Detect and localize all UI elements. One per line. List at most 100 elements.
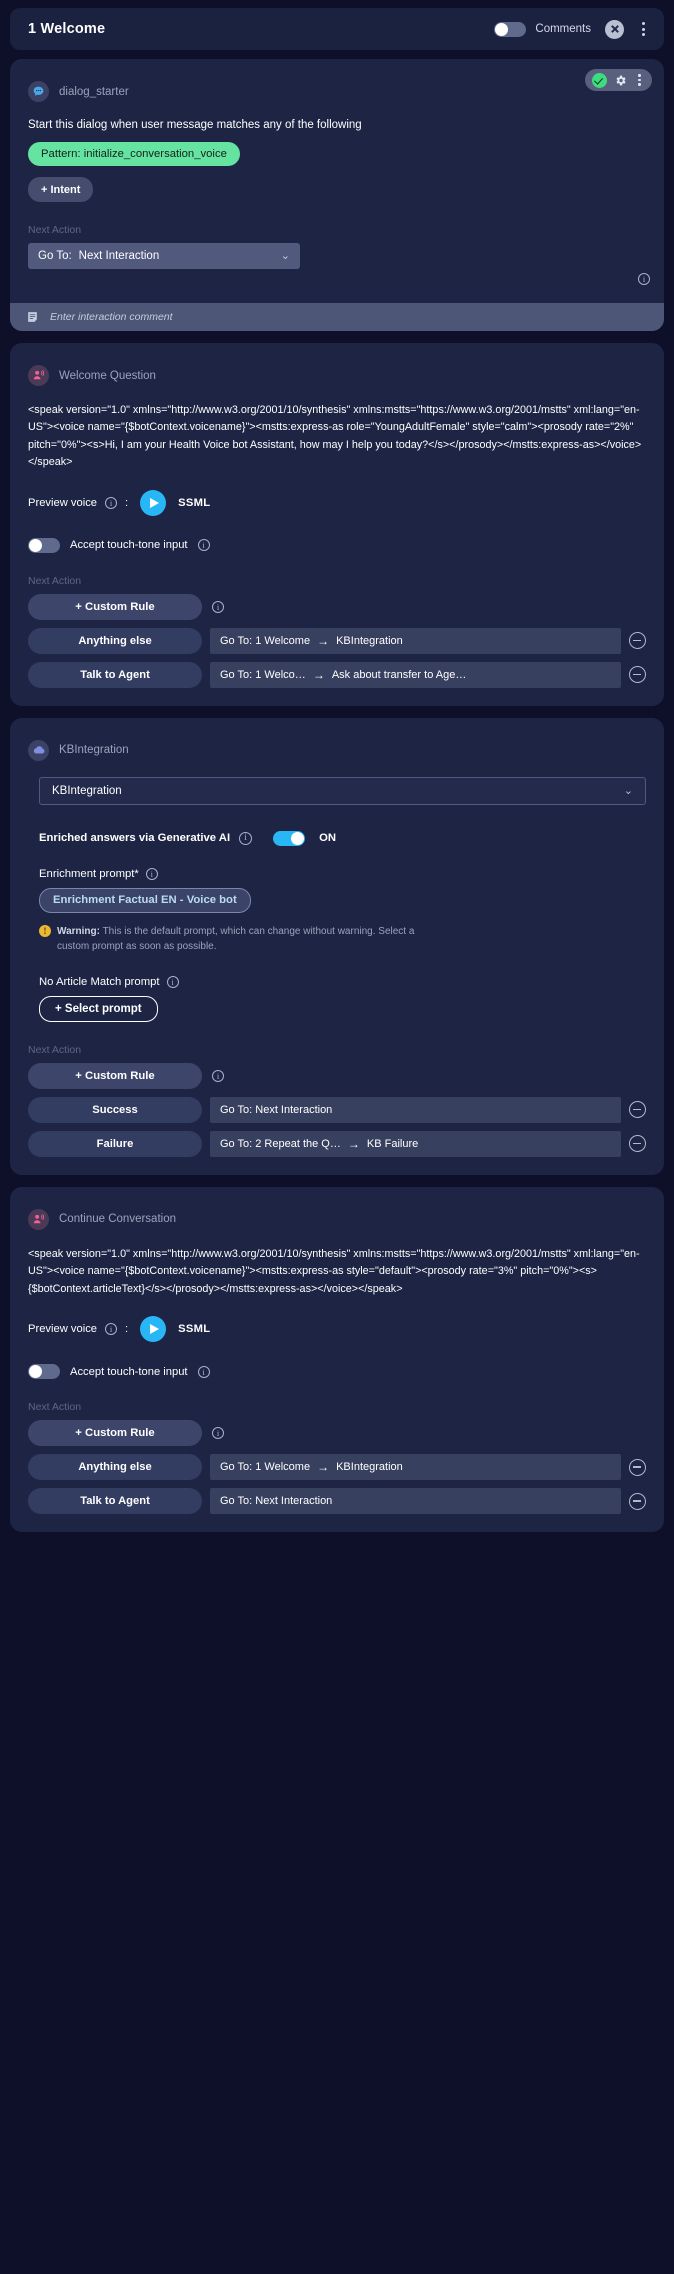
add-custom-rule-row: + Custom Rule i xyxy=(28,1420,646,1447)
rule-target[interactable]: Go To: Next Interaction xyxy=(210,1488,621,1515)
rule-name[interactable]: Failure xyxy=(28,1130,202,1157)
card-kebab-menu-icon[interactable] xyxy=(634,73,645,88)
preview-info-icon[interactable]: i xyxy=(105,1323,118,1336)
valid-check-icon[interactable] xyxy=(592,72,607,88)
rule-goto-prefix: Go To: 2 Repeat the Q… xyxy=(220,1137,341,1150)
pattern-pill[interactable]: Pattern: initialize_conversation_voice xyxy=(28,142,240,166)
arrow-right-icon: → xyxy=(317,1460,330,1475)
kb-integration-body: KBIntegration ⌄ Enriched answers via Gen… xyxy=(10,776,664,1175)
ssml-text[interactable]: <speak version="1.0" xmlns="http://www.w… xyxy=(28,402,646,472)
touch-tone-toggle[interactable] xyxy=(28,1364,60,1380)
remove-rule-icon[interactable] xyxy=(629,632,646,650)
no-article-match-label: No Article Match prompt xyxy=(39,975,160,988)
touch-tone-info-icon[interactable]: i xyxy=(197,539,210,552)
arrow-right-icon: → xyxy=(317,633,330,648)
rule-name[interactable]: Anything else xyxy=(28,627,202,654)
node-header-dialog-starter: dialog_starter xyxy=(10,59,664,102)
rule-name[interactable]: Talk to Agent xyxy=(28,1488,202,1515)
preview-voice-row: Preview voice i : SSML xyxy=(28,1316,646,1343)
dialog-editor-page: 1 Welcome Comments dialog_starter Start … xyxy=(0,0,674,1554)
rule-goto-target: Ask about transfer to Age… xyxy=(331,668,467,681)
remove-rule-icon[interactable] xyxy=(629,666,646,684)
generative-ai-row: Enriched answers via Generative AI i ON xyxy=(28,830,646,846)
touch-tone-label: Accept touch-tone input xyxy=(70,1365,188,1378)
gear-icon[interactable] xyxy=(614,74,627,87)
generative-ai-toggle[interactable] xyxy=(273,830,306,846)
custom-rule-info-icon[interactable]: i xyxy=(212,1069,224,1082)
page-header: 1 Welcome Comments xyxy=(10,8,664,50)
preview-info-icon[interactable]: i xyxy=(105,496,118,509)
close-circle-icon[interactable] xyxy=(605,19,624,39)
kb-integration-select[interactable]: KBIntegration ⌄ xyxy=(39,776,646,805)
card-dialog-starter: dialog_starter Start this dialog when us… xyxy=(10,59,664,331)
remove-rule-icon[interactable] xyxy=(629,1458,646,1476)
node-title: dialog_starter xyxy=(59,85,129,98)
rule-target[interactable]: Go To: 1 Welco… → Ask about transfer to … xyxy=(210,661,621,688)
add-intent-button[interactable]: + Intent xyxy=(28,177,94,202)
rule-target[interactable]: Go To: 1 Welcome → KBIntegration xyxy=(210,1454,621,1481)
rule-goto-target: KB Failure xyxy=(366,1137,419,1150)
no-article-info-icon[interactable]: i xyxy=(166,975,179,988)
rule-name[interactable]: Anything else xyxy=(28,1454,202,1481)
add-custom-rule-row: + Custom Rule i xyxy=(28,593,646,620)
table-row: Talk to Agent Go To: 1 Welco… → Ask abou… xyxy=(28,661,646,688)
rule-target[interactable]: Go To: 1 Welcome → KBIntegration xyxy=(210,627,621,654)
arrow-right-icon: → xyxy=(347,1136,360,1151)
dialog-starter-body: Start this dialog when user message matc… xyxy=(10,119,664,287)
comments-label: Comments xyxy=(535,23,591,35)
rule-goto-prefix: Go To: Next Interaction xyxy=(220,1103,333,1116)
rule-target[interactable]: Go To: Next Interaction xyxy=(210,1096,621,1123)
next-action-label: Next Action xyxy=(28,224,82,236)
generative-ai-state: ON xyxy=(319,832,337,845)
rule-goto-target: KBIntegration xyxy=(336,1461,403,1474)
arrow-right-icon: → xyxy=(312,667,325,682)
table-row: Success Go To: Next Interaction xyxy=(28,1096,646,1123)
comments-toggle[interactable] xyxy=(494,21,527,37)
select-prompt-button[interactable]: + Select prompt xyxy=(39,995,158,1022)
card-kb-integration: KBIntegration KBIntegration ⌄ Enriched a… xyxy=(10,717,664,1175)
card-welcome-question: Welcome Question <speak version="1.0" xm… xyxy=(10,343,664,706)
header-kebab-menu-icon[interactable] xyxy=(636,20,650,38)
chat-bubble-icon xyxy=(28,81,49,102)
rule-name[interactable]: Success xyxy=(28,1096,202,1123)
starter-info-icon[interactable]: i xyxy=(638,269,650,287)
rule-target[interactable]: Go To: 2 Repeat the Q… → KB Failure xyxy=(210,1130,621,1157)
remove-rule-icon[interactable] xyxy=(629,1492,646,1510)
ssml-text[interactable]: <speak version="1.0" xmlns="http://www.w… xyxy=(28,1246,646,1298)
card-actions-dialog-starter xyxy=(585,69,652,91)
preview-voice-label: Preview voice xyxy=(28,496,98,509)
play-icon[interactable] xyxy=(140,489,167,516)
rule-name[interactable]: Talk to Agent xyxy=(28,661,202,688)
add-custom-rule-button[interactable]: + Custom Rule xyxy=(28,1420,202,1447)
custom-rule-info-icon[interactable]: i xyxy=(212,1427,224,1440)
comment-note-icon xyxy=(28,312,37,322)
chevron-down-icon: ⌄ xyxy=(280,249,290,262)
table-row: Failure Go To: 2 Repeat the Q… → KB Fail… xyxy=(28,1130,646,1157)
custom-rule-info-icon[interactable]: i xyxy=(212,600,224,613)
interaction-comment-bar[interactable]: Enter interaction comment xyxy=(10,303,664,331)
enrichment-prompt-pill[interactable]: Enrichment Factual EN - Voice bot xyxy=(39,887,251,913)
rule-goto-prefix: Go To: 1 Welcome xyxy=(220,634,311,647)
add-custom-rule-row: + Custom Rule i xyxy=(28,1062,646,1089)
generative-ai-info-icon[interactable]: i xyxy=(239,831,253,845)
goto-select[interactable]: Go To: Next Interaction ⌄ xyxy=(28,243,300,269)
touch-tone-toggle[interactable] xyxy=(28,537,60,553)
add-custom-rule-button[interactable]: + Custom Rule xyxy=(28,1062,202,1089)
table-row: Talk to Agent Go To: Next Interaction xyxy=(28,1488,646,1515)
page-title: 1 Welcome xyxy=(28,21,106,37)
enrichment-info-icon[interactable]: i xyxy=(145,867,158,880)
table-row: Anything else Go To: 1 Welcome → KBInteg… xyxy=(28,1454,646,1481)
comment-placeholder: Enter interaction comment xyxy=(50,311,173,323)
play-icon[interactable] xyxy=(140,1316,167,1343)
node-header-kb-integration: KBIntegration xyxy=(10,718,664,761)
touch-tone-info-icon[interactable]: i xyxy=(197,1365,210,1378)
remove-rule-icon[interactable] xyxy=(629,1101,646,1119)
remove-rule-icon[interactable] xyxy=(629,1135,646,1153)
generative-ai-label: Enriched answers via Generative AI xyxy=(39,832,231,845)
node-header-continue-conversation: Continue Conversation xyxy=(10,1187,664,1230)
voice-prompt-icon xyxy=(28,365,49,386)
add-custom-rule-button[interactable]: + Custom Rule xyxy=(28,593,202,620)
preview-voice-label: Preview voice xyxy=(28,1323,98,1336)
warning-icon: ! xyxy=(39,924,51,937)
ssml-badge: SSML xyxy=(178,1323,211,1336)
